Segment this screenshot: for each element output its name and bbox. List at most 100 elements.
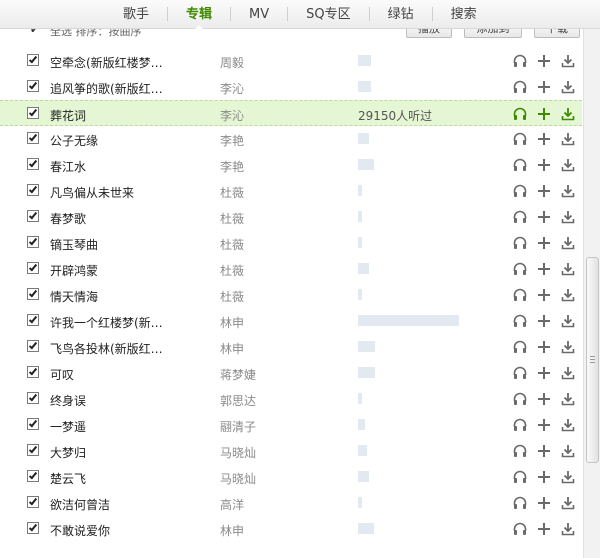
- add-icon[interactable]: [536, 495, 552, 511]
- listen-icon[interactable]: [512, 106, 528, 122]
- song-checkbox[interactable]: [27, 444, 39, 456]
- song-checkbox[interactable]: [27, 54, 39, 66]
- add-icon[interactable]: [536, 521, 552, 537]
- song-artist[interactable]: 高洋: [220, 496, 244, 513]
- song-artist[interactable]: 林申: [220, 314, 244, 331]
- add-icon[interactable]: [536, 391, 552, 407]
- song-artist[interactable]: 翮清子: [220, 418, 256, 435]
- song-checkbox[interactable]: [27, 340, 39, 352]
- song-checkbox[interactable]: [27, 184, 39, 196]
- listen-icon[interactable]: [512, 157, 528, 173]
- sort-label[interactable]: 排序：按曲序: [76, 29, 142, 38]
- download-icon[interactable]: [560, 469, 576, 485]
- song-title[interactable]: 春梦歌: [50, 210, 168, 227]
- download-icon[interactable]: [560, 287, 576, 303]
- listen-icon[interactable]: [512, 183, 528, 199]
- song-row[interactable]: 一梦遥 翮清子: [0, 412, 582, 438]
- song-row[interactable]: 空牵念(新版红楼梦… 周毅: [0, 48, 582, 74]
- download-icon[interactable]: [560, 79, 576, 95]
- listen-icon[interactable]: [512, 131, 528, 147]
- song-title[interactable]: 空牵念(新版红楼梦…: [50, 54, 168, 71]
- song-row[interactable]: 大梦归 马晓灿: [0, 438, 582, 464]
- listen-icon[interactable]: [512, 313, 528, 329]
- song-row[interactable]: 镝玉琴曲 杜薇: [0, 230, 582, 256]
- song-row[interactable]: 楚云飞 马晓灿: [0, 464, 582, 490]
- add-icon[interactable]: [536, 313, 552, 329]
- song-checkbox[interactable]: [27, 262, 39, 274]
- song-title[interactable]: 飞鸟各投林(新版红…: [50, 340, 168, 357]
- select-all-check[interactable]: ✔: [30, 29, 39, 36]
- listen-icon[interactable]: [512, 495, 528, 511]
- song-title[interactable]: 追风筝的歌(新版红…: [50, 80, 168, 97]
- song-title[interactable]: 开辟鸿蒙: [50, 262, 168, 279]
- song-row[interactable]: 终身误 郭思达: [0, 386, 582, 412]
- song-checkbox[interactable]: [27, 470, 39, 482]
- download-icon[interactable]: [560, 339, 576, 355]
- add-icon[interactable]: [536, 339, 552, 355]
- download-icon[interactable]: [560, 106, 576, 122]
- listen-icon[interactable]: [512, 417, 528, 433]
- song-title[interactable]: 许我一个红楼梦(新…: [50, 314, 168, 331]
- listen-icon[interactable]: [512, 339, 528, 355]
- listen-icon[interactable]: [512, 443, 528, 459]
- add-icon[interactable]: [536, 469, 552, 485]
- add-icon[interactable]: [536, 443, 552, 459]
- download-icon[interactable]: [560, 53, 576, 69]
- song-checkbox[interactable]: [27, 132, 39, 144]
- download-all-button[interactable]: 下载: [534, 29, 580, 38]
- song-title[interactable]: 情天情海: [50, 288, 168, 305]
- download-icon[interactable]: [560, 365, 576, 381]
- download-icon[interactable]: [560, 183, 576, 199]
- song-title[interactable]: 大梦归: [50, 444, 168, 461]
- listen-icon[interactable]: [512, 469, 528, 485]
- download-icon[interactable]: [560, 157, 576, 173]
- scrollbar-thumb[interactable]: [586, 257, 599, 463]
- song-title[interactable]: 一梦遥: [50, 418, 168, 435]
- song-title[interactable]: 葬花词: [50, 107, 168, 124]
- song-artist[interactable]: 杜薇: [220, 236, 244, 253]
- song-checkbox[interactable]: [27, 314, 39, 326]
- listen-icon[interactable]: [512, 521, 528, 537]
- add-icon[interactable]: [536, 183, 552, 199]
- song-checkbox[interactable]: [27, 418, 39, 430]
- song-checkbox[interactable]: [27, 522, 39, 534]
- song-row[interactable]: 凡鸟偏从未世来 杜薇: [0, 178, 582, 204]
- song-row[interactable]: 欲洁何曾洁 高洋: [0, 490, 582, 516]
- listen-icon[interactable]: [512, 261, 528, 277]
- song-row[interactable]: 春江水 李艳: [0, 152, 582, 178]
- song-artist[interactable]: 杜薇: [220, 288, 244, 305]
- song-checkbox[interactable]: [27, 210, 39, 222]
- song-title[interactable]: 春江水: [50, 158, 168, 175]
- download-icon[interactable]: [560, 391, 576, 407]
- play-button[interactable]: 播放: [406, 29, 452, 38]
- tab-mv[interactable]: MV: [231, 0, 287, 29]
- listen-icon[interactable]: [512, 79, 528, 95]
- add-icon[interactable]: [536, 53, 552, 69]
- tab-sq-zone[interactable]: SQ专区: [288, 0, 369, 29]
- song-row[interactable]: 葬花词 李沁 29150人听过: [0, 100, 582, 126]
- tab-search[interactable]: 搜索: [433, 0, 495, 29]
- song-row[interactable]: 情天情海 杜薇: [0, 282, 582, 308]
- song-checkbox[interactable]: [27, 236, 39, 248]
- song-title[interactable]: 凡鸟偏从未世来: [50, 184, 168, 201]
- song-title[interactable]: 镝玉琴曲: [50, 236, 168, 253]
- song-title[interactable]: 欲洁何曾洁: [50, 496, 168, 513]
- song-artist[interactable]: 林申: [220, 340, 244, 357]
- song-artist[interactable]: 杜薇: [220, 262, 244, 279]
- song-artist[interactable]: 郭思达: [220, 392, 256, 409]
- add-icon[interactable]: [536, 106, 552, 122]
- download-icon[interactable]: [560, 521, 576, 537]
- song-title[interactable]: 不敢说爱你: [50, 522, 168, 539]
- listen-icon[interactable]: [512, 53, 528, 69]
- add-icon[interactable]: [536, 365, 552, 381]
- tab-singers[interactable]: 歌手: [105, 0, 167, 29]
- song-title[interactable]: 楚云飞: [50, 470, 168, 487]
- song-title[interactable]: 可叹: [50, 366, 168, 383]
- song-checkbox[interactable]: [27, 158, 39, 170]
- song-checkbox[interactable]: [27, 80, 39, 92]
- song-artist[interactable]: 杜薇: [220, 184, 244, 201]
- song-row[interactable]: 不敢说爱你 林申: [0, 516, 582, 542]
- song-checkbox[interactable]: [27, 496, 39, 508]
- song-row[interactable]: 开辟鸿蒙 杜薇: [0, 256, 582, 282]
- download-icon[interactable]: [560, 261, 576, 277]
